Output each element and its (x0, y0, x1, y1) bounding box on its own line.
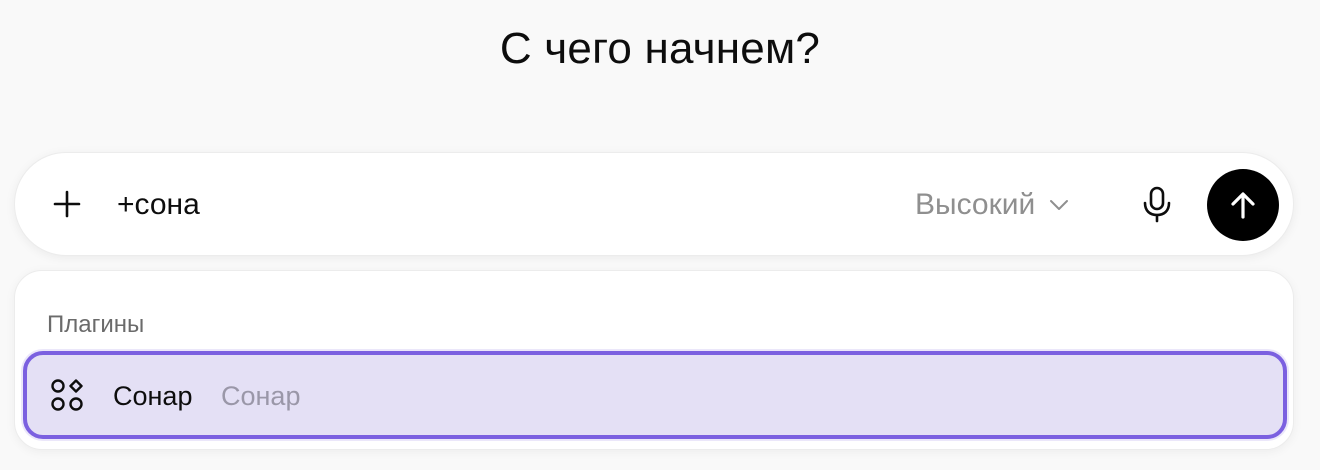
plugin-option-description: Сонар (221, 381, 301, 411)
suggestion-dropdown: Плагины Сонар Сонар (14, 270, 1294, 450)
model-selector-label: Высокий (915, 188, 1036, 221)
page: С чего начнем? Высокий (0, 0, 1320, 470)
add-attachment-button[interactable] (43, 179, 91, 229)
model-selector[interactable]: Высокий (915, 183, 1069, 227)
page-heading: С чего начнем? (499, 24, 821, 73)
chevron-down-icon (1050, 200, 1069, 210)
arrow-up-icon (1231, 192, 1255, 219)
chat-composer: Высокий (14, 152, 1294, 256)
send-button[interactable] (1207, 169, 1279, 241)
plugin-option-name: Сонар (113, 381, 193, 411)
plugin-nodes-icon (51, 379, 83, 411)
voice-input-button[interactable] (1133, 181, 1181, 229)
microphone-icon (1143, 186, 1171, 223)
plus-icon (53, 190, 81, 218)
plugins-section-label: Плагины (47, 311, 145, 338)
prompt-input[interactable] (117, 183, 877, 227)
plugin-option-sonar[interactable]: Сонар Сонар (23, 351, 1287, 439)
